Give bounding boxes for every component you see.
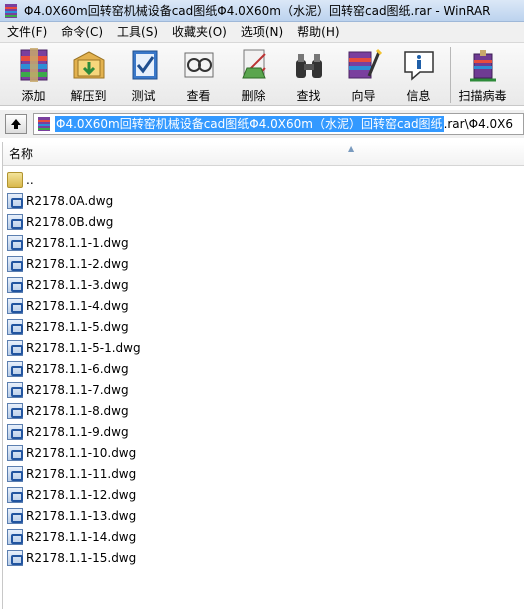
toolbar-separator xyxy=(450,47,451,103)
find-button[interactable]: 查找 xyxy=(281,43,336,105)
scan-virus-icon xyxy=(464,46,502,84)
address-rest-text: .rar\Φ4.0X6 xyxy=(443,117,514,131)
list-item[interactable]: R2178.1.1-11.dwg xyxy=(3,463,524,484)
menu-help[interactable]: 帮助(H) xyxy=(290,22,346,42)
add-archive-icon xyxy=(15,46,53,84)
dwg-file-icon xyxy=(7,423,23,440)
file-list: 名称 ▲ .. R2178.0A.dwg R2178.0B.dwg R2178.1.1… xyxy=(2,142,524,609)
sort-arrow-icon: ▲ xyxy=(348,144,355,153)
file-rows: .. R2178.0A.dwg R2178.0B.dwg R2178.1.1-1.dw… xyxy=(3,166,524,568)
list-item[interactable]: R2178.1.1-15.dwg xyxy=(3,547,524,568)
add-button[interactable]: 添加 xyxy=(6,43,61,105)
dwg-file-icon xyxy=(7,213,23,230)
file-name: R2178.1.1-15.dwg xyxy=(26,550,137,565)
file-name: R2178.1.1-1.dwg xyxy=(26,235,129,250)
menu-options[interactable]: 选项(N) xyxy=(234,22,290,42)
dwg-file-icon xyxy=(7,318,23,335)
window-title: Φ4.0X60m回转窑机械设备cad图纸Φ4.0X60m（水泥）回转窑cad图纸… xyxy=(24,4,491,18)
list-item[interactable]: R2178.1.1-5.dwg xyxy=(3,316,524,337)
list-item[interactable]: R2178.1.1-6.dwg xyxy=(3,358,524,379)
menu-favorites[interactable]: 收藏夹(O) xyxy=(165,22,234,42)
list-item[interactable]: R2178.1.1-2.dwg xyxy=(3,253,524,274)
menu-tools[interactable]: 工具(S) xyxy=(110,22,165,42)
dwg-file-icon xyxy=(7,360,23,377)
delete-button[interactable]: 删除 xyxy=(226,43,281,105)
file-name: R2178.1.1-2.dwg xyxy=(26,256,129,271)
test-icon xyxy=(125,46,163,84)
dwg-file-icon xyxy=(7,255,23,272)
file-name: R2178.1.1-10.dwg xyxy=(26,445,137,460)
list-item[interactable]: R2178.1.1-3.dwg xyxy=(3,274,524,295)
find-icon xyxy=(290,46,328,84)
dwg-file-icon xyxy=(7,528,23,545)
dwg-file-icon xyxy=(7,549,23,566)
menu-commands[interactable]: 命令(C) xyxy=(54,22,110,42)
folder-icon xyxy=(7,171,23,188)
dwg-file-icon xyxy=(7,465,23,482)
up-arrow-icon xyxy=(11,119,21,129)
file-name: R2178.1.1-11.dwg xyxy=(26,466,137,481)
dwg-file-icon xyxy=(7,297,23,314)
list-item[interactable]: R2178.1.1-5-1.dwg xyxy=(3,337,524,358)
up-folder-button[interactable] xyxy=(5,114,27,134)
dwg-file-icon xyxy=(7,486,23,503)
delete-icon xyxy=(235,46,273,84)
dwg-file-icon xyxy=(7,381,23,398)
extract-to-button[interactable]: 解压到 xyxy=(61,43,116,105)
address-field[interactable]: Φ4.0X60m回转窑机械设备cad图纸Φ4.0X60m（水泥）回转窑cad图纸… xyxy=(33,113,524,135)
dwg-file-icon xyxy=(7,402,23,419)
list-item[interactable]: .. xyxy=(3,169,524,190)
dwg-file-icon xyxy=(7,444,23,461)
dwg-file-icon xyxy=(7,507,23,524)
file-name: R2178.1.1-9.dwg xyxy=(26,424,129,439)
dwg-file-icon xyxy=(7,192,23,209)
file-name: R2178.1.1-6.dwg xyxy=(26,361,129,376)
file-name: R2178.1.1-5.dwg xyxy=(26,319,129,334)
dwg-file-icon xyxy=(7,339,23,356)
file-name: R2178.1.1-7.dwg xyxy=(26,382,129,397)
list-item[interactable]: R2178.1.1-14.dwg xyxy=(3,526,524,547)
list-item[interactable]: R2178.1.1-12.dwg xyxy=(3,484,524,505)
file-name: R2178.0B.dwg xyxy=(26,214,114,229)
address-selected-text: Φ4.0X60m回转窑机械设备cad图纸Φ4.0X60m（水泥）回转窑cad图纸 xyxy=(55,116,444,132)
file-name: R2178.1.1-8.dwg xyxy=(26,403,129,418)
file-name: R2178.1.1-14.dwg xyxy=(26,529,137,544)
list-item[interactable]: R2178.1.1-8.dwg xyxy=(3,400,524,421)
list-item[interactable]: R2178.1.1-13.dwg xyxy=(3,505,524,526)
winrar-icon xyxy=(3,3,19,19)
scan-virus-button[interactable]: 扫描病毒 xyxy=(455,43,510,105)
file-name: R2178.0A.dwg xyxy=(26,193,114,208)
list-item[interactable]: R2178.1.1-10.dwg xyxy=(3,442,524,463)
menu-file[interactable]: 文件(F) xyxy=(0,22,54,42)
dwg-file-icon xyxy=(7,234,23,251)
dwg-file-icon xyxy=(7,276,23,293)
title-bar: Φ4.0X60m回转窑机械设备cad图纸Φ4.0X60m（水泥）回转窑cad图纸… xyxy=(0,0,524,22)
wizard-icon xyxy=(345,46,383,84)
list-item[interactable]: R2178.1.1-9.dwg xyxy=(3,421,524,442)
list-item[interactable]: R2178.1.1-1.dwg xyxy=(3,232,524,253)
file-name: .. xyxy=(26,172,34,187)
toolbar: 添加 解压到 测试 查看 删除 查找 向导 信息 扫描病毒 xyxy=(0,42,524,106)
column-header-name[interactable]: 名称 ▲ xyxy=(3,142,524,166)
address-bar: Φ4.0X60m回转窑机械设备cad图纸Φ4.0X60m（水泥）回转窑cad图纸… xyxy=(0,110,524,138)
wizard-button[interactable]: 向导 xyxy=(336,43,391,105)
view-icon xyxy=(180,46,218,84)
menu-bar: 文件(F) 命令(C) 工具(S) 收藏夹(O) 选项(N) 帮助(H) xyxy=(0,22,524,42)
file-name: R2178.1.1-3.dwg xyxy=(26,277,129,292)
info-button[interactable]: 信息 xyxy=(391,43,446,105)
file-name: R2178.1.1-12.dwg xyxy=(26,487,137,502)
extract-to-icon xyxy=(70,46,108,84)
view-button[interactable]: 查看 xyxy=(171,43,226,105)
list-item[interactable]: R2178.1.1-4.dwg xyxy=(3,295,524,316)
list-item[interactable]: R2178.1.1-7.dwg xyxy=(3,379,524,400)
file-name: R2178.1.1-5-1.dwg xyxy=(26,340,141,355)
archive-icon xyxy=(36,116,52,132)
info-icon xyxy=(400,46,438,84)
list-item[interactable]: R2178.0B.dwg xyxy=(3,211,524,232)
test-button[interactable]: 测试 xyxy=(116,43,171,105)
file-name: R2178.1.1-4.dwg xyxy=(26,298,129,313)
list-item[interactable]: R2178.0A.dwg xyxy=(3,190,524,211)
file-name: R2178.1.1-13.dwg xyxy=(26,508,137,523)
